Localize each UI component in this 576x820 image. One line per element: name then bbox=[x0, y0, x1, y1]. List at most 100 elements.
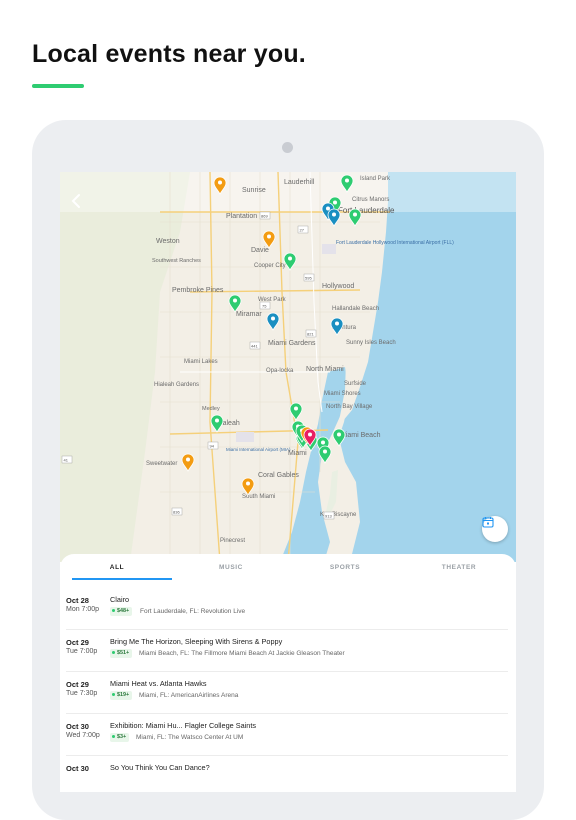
map-label: Miami Gardens bbox=[268, 340, 316, 347]
map-label: Opa-locka bbox=[266, 368, 294, 374]
event-venue: Miami Beach, FL: The Fillmore Miami Beac… bbox=[139, 650, 345, 657]
svg-text:75: 75 bbox=[262, 304, 267, 309]
highway-shield: 836 bbox=[171, 507, 183, 516]
event-date: Oct 30 bbox=[66, 764, 89, 773]
event-row[interactable]: Oct 30 Wed 7:00p Exhibition: Miami Hu...… bbox=[60, 714, 516, 756]
event-price-badge: $19+ bbox=[110, 691, 133, 700]
map-label: South Miami bbox=[242, 494, 275, 500]
event-date: Oct 29 bbox=[66, 680, 89, 689]
event-time: Mon 7:00p bbox=[66, 606, 100, 613]
map-label: Miami bbox=[288, 450, 307, 457]
map-label: Citrus Manors bbox=[352, 197, 389, 203]
map-label: Surfside bbox=[344, 381, 367, 387]
map-label: Pinecrest bbox=[220, 538, 245, 544]
event-title: Clairo bbox=[110, 595, 130, 604]
svg-text:869: 869 bbox=[261, 214, 268, 219]
svg-text:27: 27 bbox=[300, 228, 305, 233]
map-label: Pembroke Pines bbox=[172, 287, 224, 294]
map-label: Miami Lakes bbox=[184, 359, 218, 365]
tab-music[interactable]: MUSIC bbox=[174, 564, 288, 571]
app-screen: Lauderhill Sunrise Island Park Citrus Ma… bbox=[60, 172, 516, 792]
tab-theater[interactable]: THEATER bbox=[402, 564, 516, 571]
price-dot-icon bbox=[112, 651, 115, 655]
page-headline: Local events near you. bbox=[32, 40, 306, 68]
map-label: Hallandale Beach bbox=[332, 306, 379, 312]
price-dot-icon bbox=[112, 693, 115, 697]
map-label: Miami Shores bbox=[324, 391, 361, 397]
category-tabs: ALL MUSIC SPORTS THEATER bbox=[60, 554, 516, 582]
event-row[interactable]: Oct 30 So You Think You Can Dance? bbox=[60, 756, 516, 792]
event-row[interactable]: Oct 29 Tue 7:30p Miami Heat vs. Atlanta … bbox=[60, 672, 516, 714]
price-dot-icon bbox=[112, 735, 115, 739]
highway-shield: 441 bbox=[249, 341, 261, 350]
event-row[interactable]: Oct 29 Tue 7:00p Bring Me The Horizon, S… bbox=[60, 630, 516, 672]
chevron-left-icon bbox=[71, 194, 80, 208]
map-label: Plantation bbox=[226, 213, 257, 220]
map-label: Sunny Isles Beach bbox=[346, 340, 396, 346]
highway-shield: 869 bbox=[259, 211, 271, 220]
svg-text:94: 94 bbox=[210, 444, 215, 449]
highway-shield: 913 bbox=[323, 511, 335, 520]
svg-text:595: 595 bbox=[305, 276, 312, 281]
highway-shield: 27 bbox=[297, 225, 309, 234]
highway-shield: 595 bbox=[303, 273, 315, 282]
event-date: Oct 28 bbox=[66, 596, 89, 605]
svg-text:41: 41 bbox=[64, 458, 69, 463]
back-button[interactable] bbox=[66, 190, 88, 212]
event-title: Bring Me The Horizon, Sleeping With Sire… bbox=[110, 637, 283, 646]
event-date: Oct 29 bbox=[66, 638, 89, 647]
map-label: North Bay Village bbox=[326, 404, 373, 410]
event-price: $19+ bbox=[117, 692, 130, 698]
highway-shield: 94 bbox=[207, 441, 219, 450]
svg-text:821: 821 bbox=[307, 332, 314, 337]
svg-text:836: 836 bbox=[173, 510, 180, 515]
highway-shield: 41 bbox=[61, 455, 73, 464]
map-label: Miami International Airport (MIA) bbox=[226, 447, 291, 452]
map-label: Fort Lauderdale Hollywood International … bbox=[336, 240, 454, 246]
event-price-badge: $3+ bbox=[110, 733, 130, 742]
map-label: Sweetwater bbox=[146, 461, 177, 467]
map-label: Sunrise bbox=[242, 187, 266, 194]
map-label: Hialeah Gardens bbox=[154, 382, 199, 388]
tab-all[interactable]: ALL bbox=[60, 564, 174, 571]
event-price-badge: $51+ bbox=[110, 649, 133, 658]
headline-accent-bar bbox=[32, 84, 84, 88]
map-label: Davie bbox=[251, 247, 269, 254]
event-time: Tue 7:30p bbox=[66, 690, 98, 697]
svg-text:441: 441 bbox=[251, 344, 258, 349]
map-label: Weston bbox=[156, 238, 180, 245]
event-price: $48+ bbox=[117, 608, 130, 614]
map-label: Island Park bbox=[360, 176, 391, 182]
calendar-icon bbox=[482, 517, 494, 528]
event-time: Tue 7:00p bbox=[66, 648, 98, 655]
map-label: North Miami bbox=[306, 366, 344, 373]
map-label: Fort Lauderdale bbox=[338, 206, 395, 215]
event-row[interactable]: Oct 28 Mon 7:00p Clairo $48+ Fort Lauder… bbox=[60, 588, 516, 630]
highway-shield: 75 bbox=[259, 301, 271, 310]
event-title: Miami Heat vs. Atlanta Hawks bbox=[110, 679, 207, 688]
events-map[interactable]: Lauderhill Sunrise Island Park Citrus Ma… bbox=[60, 172, 516, 562]
event-time: Wed 7:00p bbox=[66, 732, 100, 739]
event-date: Oct 30 bbox=[66, 722, 89, 731]
map-label: Miami Beach bbox=[340, 432, 381, 439]
tab-sports[interactable]: SPORTS bbox=[288, 564, 402, 571]
event-price: $51+ bbox=[117, 650, 130, 656]
event-venue: Miami, FL: AmericanAirlines Arena bbox=[139, 692, 239, 699]
map-label: Southwest Ranches bbox=[152, 258, 201, 264]
event-price-badge: $48+ bbox=[110, 607, 133, 616]
highway-shield: 821 bbox=[305, 329, 317, 338]
event-price: $3+ bbox=[117, 734, 127, 740]
events-sheet: ALL MUSIC SPORTS THEATER Oct 28 Mon 7:00… bbox=[60, 554, 516, 792]
price-dot-icon bbox=[112, 609, 115, 613]
tablet-camera bbox=[282, 142, 293, 153]
event-venue: Fort Lauderdale, FL: Revolution Live bbox=[140, 608, 246, 615]
tab-active-indicator bbox=[72, 578, 172, 580]
map-label: Hollywood bbox=[322, 283, 354, 290]
event-title: Exhibition: Miami Hu... Flagler College … bbox=[110, 721, 256, 730]
map-label: Medley bbox=[202, 406, 220, 412]
svg-text:913: 913 bbox=[325, 514, 332, 519]
calendar-button[interactable] bbox=[482, 516, 508, 542]
map-label: Miramar bbox=[236, 311, 262, 318]
map-canvas: Lauderhill Sunrise Island Park Citrus Ma… bbox=[60, 172, 516, 562]
map-label: Coral Gables bbox=[258, 472, 299, 479]
